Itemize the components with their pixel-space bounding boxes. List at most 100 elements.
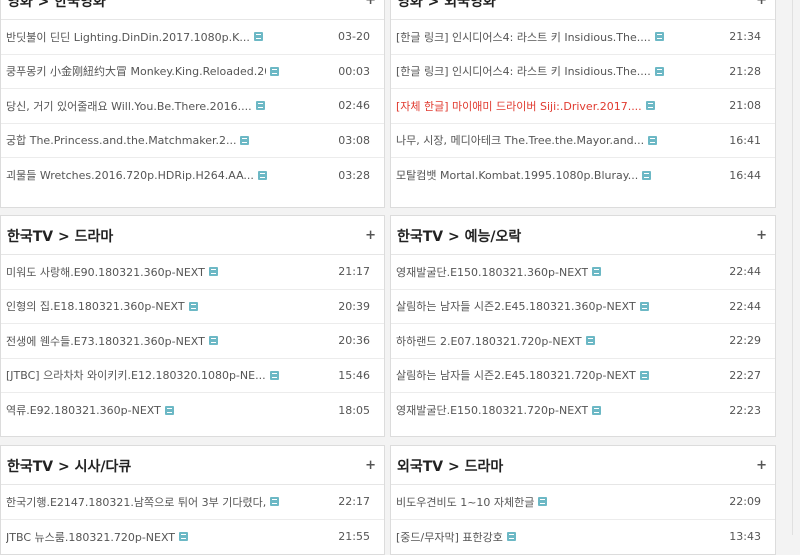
post-row[interactable]: [JTBC] 으라차차 와이키키.E12.180320.1080p-NE... 1… [1, 359, 384, 393]
post-title-link[interactable]: 영재발굴단.E150.180321.360p-NEXT [396, 264, 588, 280]
post-title-link[interactable]: [자체 한글] 마이애미 드라이버 Siji:.Driver.2017.... [396, 98, 642, 114]
post-row[interactable]: 비도우견비도 1~10 자체한글 22:09 [391, 485, 775, 520]
comment-icon [648, 135, 658, 145]
panel-foreign-movies: 영화 > 외국영화 + [한글 링크] 인시디어스4: 라스트 키 Insidi… [390, 0, 776, 208]
post-time: 00:03 [338, 64, 370, 78]
post-row[interactable]: [자체 한글] 마이애미 드라이버 Siji:.Driver.2017.... 2… [391, 89, 775, 124]
panel-foreign-tv-drama: 외국TV > 드라마 + 비도우견비도 1~10 자체한글 22:09 [중드/무자… [390, 445, 776, 555]
comment-icon [645, 101, 655, 111]
more-plus-icon[interactable]: + [756, 228, 767, 243]
post-title-link[interactable]: 궁합 The.Princess.and.the.Matchmaker.2... [6, 132, 236, 148]
panel-header: 영화 > 한국영화 + [1, 0, 384, 20]
post-title-link[interactable]: 하하랜드 2.E07.180321.720p-NEXT [396, 333, 582, 349]
post-time: 22:29 [729, 334, 761, 348]
post-time: 16:41 [729, 133, 761, 147]
comment-icon [639, 370, 649, 380]
post-row[interactable]: 당신, 거기 있어줄래요 Will.You.Be.There.2016.... 0… [1, 89, 384, 124]
post-title-link[interactable]: [JTBC] 으라차차 와이키키.E12.180320.1080p-NE... [6, 367, 266, 383]
post-time: 03:28 [338, 168, 370, 182]
post-time: 21:34 [729, 30, 761, 44]
comment-icon [654, 66, 664, 76]
panel-korean-tv-variety: 한국TV > 예능/오락 + 영재발굴단.E150.180321.360p-NE… [390, 215, 776, 437]
post-row[interactable]: 미워도 사랑해.E90.180321.360p-NEXT 21:17 [1, 255, 384, 290]
comment-icon [592, 267, 602, 277]
comment-icon [257, 170, 267, 180]
more-plus-icon[interactable]: + [365, 458, 376, 473]
post-time: 02:46 [338, 99, 370, 113]
panel-header: 한국TV > 드라마 + [1, 216, 384, 255]
post-title-link[interactable]: 비도우견비도 1~10 자체한글 [396, 494, 534, 510]
post-time: 21:28 [729, 64, 761, 78]
post-title-link[interactable]: 반딧불이 딘딘 Lighting.DinDin.2017.1080p.K... [6, 29, 250, 45]
post-row[interactable]: 영재발굴단.E150.180321.720p-NEXT 22:23 [391, 393, 775, 428]
post-row[interactable]: 인형의 집.E18.180321.360p-NEXT 20:39 [1, 290, 384, 324]
post-time: 15:46 [338, 368, 370, 382]
comment-icon [270, 66, 279, 76]
post-row[interactable]: 역류.E92.180321.360p-NEXT 18:05 [1, 393, 384, 428]
post-title-link[interactable]: JTBC 뉴스룸.180321.720p-NEXT [6, 529, 175, 545]
post-row[interactable]: 살림하는 남자들 시즌2.E45.180321.720p-NEXT 22:27 [391, 359, 775, 393]
more-plus-icon[interactable]: + [756, 0, 767, 8]
post-time: 21:17 [338, 265, 370, 279]
comment-icon [654, 32, 664, 42]
comment-icon [506, 532, 516, 542]
post-time: 16:44 [729, 168, 761, 182]
post-title-link[interactable]: 미워도 사랑해.E90.180321.360p-NEXT [6, 264, 205, 280]
post-title-link[interactable]: 살림하는 남자들 시즌2.E45.180321.360p-NEXT [396, 298, 636, 314]
post-title-link[interactable]: 역류.E92.180321.360p-NEXT [6, 402, 161, 418]
post-title-link[interactable]: 인형의 집.E18.180321.360p-NEXT [6, 298, 185, 314]
post-title-link[interactable]: [중드/무자막] 표한강호 [396, 529, 503, 545]
panel-title[interactable]: 한국TV > 예능/오락 [397, 226, 521, 246]
post-title-link[interactable]: 당신, 거기 있어줄래요 Will.You.Be.There.2016.... [6, 98, 252, 114]
post-row[interactable]: 하하랜드 2.E07.180321.720p-NEXT 22:29 [391, 324, 775, 359]
more-plus-icon[interactable]: + [365, 228, 376, 243]
post-row[interactable]: 한국기행.E2147.180321.남쪽으로 튀어 3부 기다렸다, 봄... 2… [1, 485, 384, 520]
post-time: 22:09 [729, 495, 761, 509]
post-list: [한글 링크] 인시디어스4: 라스트 키 Insidious.The.... 2… [391, 20, 775, 193]
post-title-link[interactable]: [한글 링크] 인시디어스4: 라스트 키 Insidious.The.... [396, 29, 651, 45]
post-row[interactable]: 살림하는 남자들 시즌2.E45.180321.360p-NEXT 22:44 [391, 290, 775, 324]
comment-icon [538, 497, 548, 507]
post-row[interactable]: 반딧불이 딘딘 Lighting.DinDin.2017.1080p.K... 0… [1, 20, 384, 55]
panel-title[interactable]: 영화 > 외국영화 [397, 0, 496, 11]
comment-icon [642, 170, 652, 180]
post-title-link[interactable]: 전생에 웬수들.E73.180321.360p-NEXT [6, 333, 205, 349]
more-plus-icon[interactable]: + [756, 458, 767, 473]
post-time: 03:08 [338, 133, 370, 147]
comment-icon [179, 532, 189, 542]
post-row[interactable]: 모탈컴뱃 Mortal.Kombat.1995.1080p.Bluray... 1… [391, 158, 775, 193]
post-title-link[interactable]: 나무, 시장, 메디아테크 The.Tree.the.Mayor.and... [396, 132, 644, 148]
comment-icon [208, 267, 218, 277]
post-row[interactable]: [한글 링크] 인시디어스4: 라스트 키 Insidious.The.... 2… [391, 20, 775, 55]
panel-header: 외국TV > 드라마 + [391, 446, 775, 485]
post-row[interactable]: JTBC 뉴스룸.180321.720p-NEXT 21:55 [1, 520, 384, 555]
post-row[interactable]: 궁합 The.Princess.and.the.Matchmaker.2... 0… [1, 124, 384, 158]
post-title-link[interactable]: 모탈컴뱃 Mortal.Kombat.1995.1080p.Bluray... [396, 167, 638, 183]
more-plus-icon[interactable]: + [365, 0, 376, 8]
panel-title[interactable]: 영화 > 한국영화 [7, 0, 106, 11]
comment-icon [188, 301, 198, 311]
post-row[interactable]: 전생에 웬수들.E73.180321.360p-NEXT 20:36 [1, 324, 384, 359]
post-title-link[interactable]: [한글 링크] 인시디어스4: 라스트 키 Insidious.The.... [396, 63, 651, 79]
post-time: 22:44 [729, 265, 761, 279]
post-row[interactable]: 나무, 시장, 메디아테크 The.Tree.the.Mayor.and... 1… [391, 124, 775, 158]
scrollbar-track[interactable] [792, 0, 793, 535]
panel-title[interactable]: 외국TV > 드라마 [397, 456, 503, 476]
post-title-link[interactable]: 살림하는 남자들 시즌2.E45.180321.720p-NEXT [396, 367, 636, 383]
post-time: 20:36 [338, 334, 370, 348]
post-title-link[interactable]: 괴물들 Wretches.2016.720p.HDRip.H264.AA... [6, 167, 254, 183]
post-row[interactable]: [중드/무자막] 표한강호 13:43 [391, 520, 775, 555]
post-row[interactable]: 쿵푸몽키 小金刚紐约大冒 Monkey.King.Reloaded.20... 0… [1, 55, 384, 89]
comment-icon [240, 135, 250, 145]
panel-title[interactable]: 한국TV > 시사/다큐 [7, 456, 131, 476]
post-title-link[interactable]: 쿵푸몽키 小金刚紐约大冒 Monkey.King.Reloaded.20... [6, 63, 266, 79]
post-time: 22:17 [338, 495, 370, 509]
post-row[interactable]: 영재발굴단.E150.180321.360p-NEXT 22:44 [391, 255, 775, 290]
post-title-link[interactable]: 한국기행.E2147.180321.남쪽으로 튀어 3부 기다렸다, 봄... [6, 494, 266, 510]
post-list: 영재발굴단.E150.180321.360p-NEXT 22:44 살림하는 남자들… [391, 255, 775, 428]
post-title-link[interactable]: 영재발굴단.E150.180321.720p-NEXT [396, 402, 588, 418]
post-row[interactable]: [한글 링크] 인시디어스4: 라스트 키 Insidious.The.... 2… [391, 55, 775, 89]
post-row[interactable]: 괴물들 Wretches.2016.720p.HDRip.H264.AA... 0… [1, 158, 384, 193]
comment-icon [255, 101, 265, 111]
panel-title[interactable]: 한국TV > 드라마 [7, 226, 113, 246]
